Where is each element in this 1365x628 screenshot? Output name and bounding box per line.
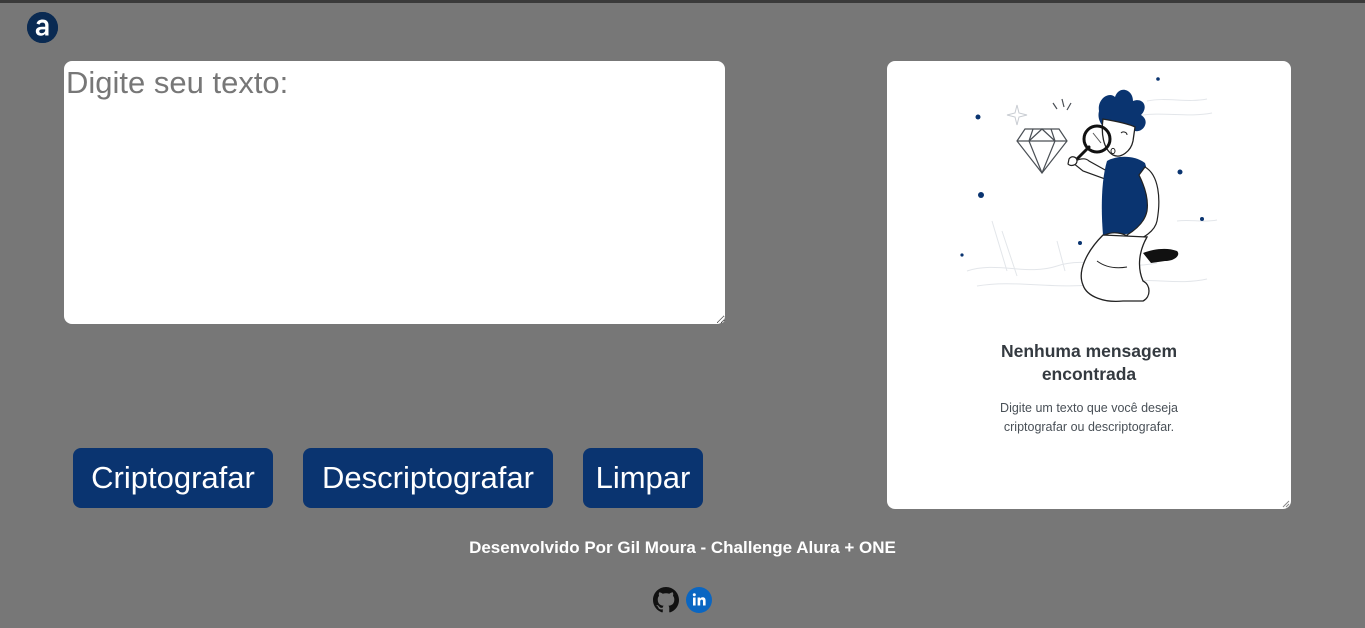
top-rule <box>0 0 1365 3</box>
output-title: Nenhuma mensagem encontrada <box>887 340 1291 386</box>
output-title-line: encontrada <box>1041 364 1137 384</box>
resize-grip-icon[interactable] <box>1282 500 1290 508</box>
output-description: Digite um texto que você deseja criptogr… <box>887 399 1291 437</box>
output-description-line: Digite um texto que você deseja <box>1000 401 1178 415</box>
encrypt-button[interactable]: Criptografar <box>73 448 273 508</box>
alura-logo-icon[interactable] <box>27 12 58 43</box>
output-description-line: criptografar ou descriptografar. <box>1003 420 1175 434</box>
linkedin-icon[interactable] <box>686 587 712 613</box>
decrypt-button[interactable]: Descriptografar <box>303 448 553 508</box>
output-title-line: Nenhuma mensagem <box>1000 341 1178 361</box>
clear-button[interactable]: Limpar <box>583 448 703 508</box>
person-magnifier-illustration <box>960 77 1218 303</box>
output-panel[interactable]: Nenhuma mensagem encontrada Digite um te… <box>887 61 1291 509</box>
footer-credit: Desenvolvido Por Gil Moura - Challenge A… <box>469 538 896 557</box>
github-icon[interactable] <box>653 587 679 613</box>
text-input[interactable] <box>64 61 725 324</box>
